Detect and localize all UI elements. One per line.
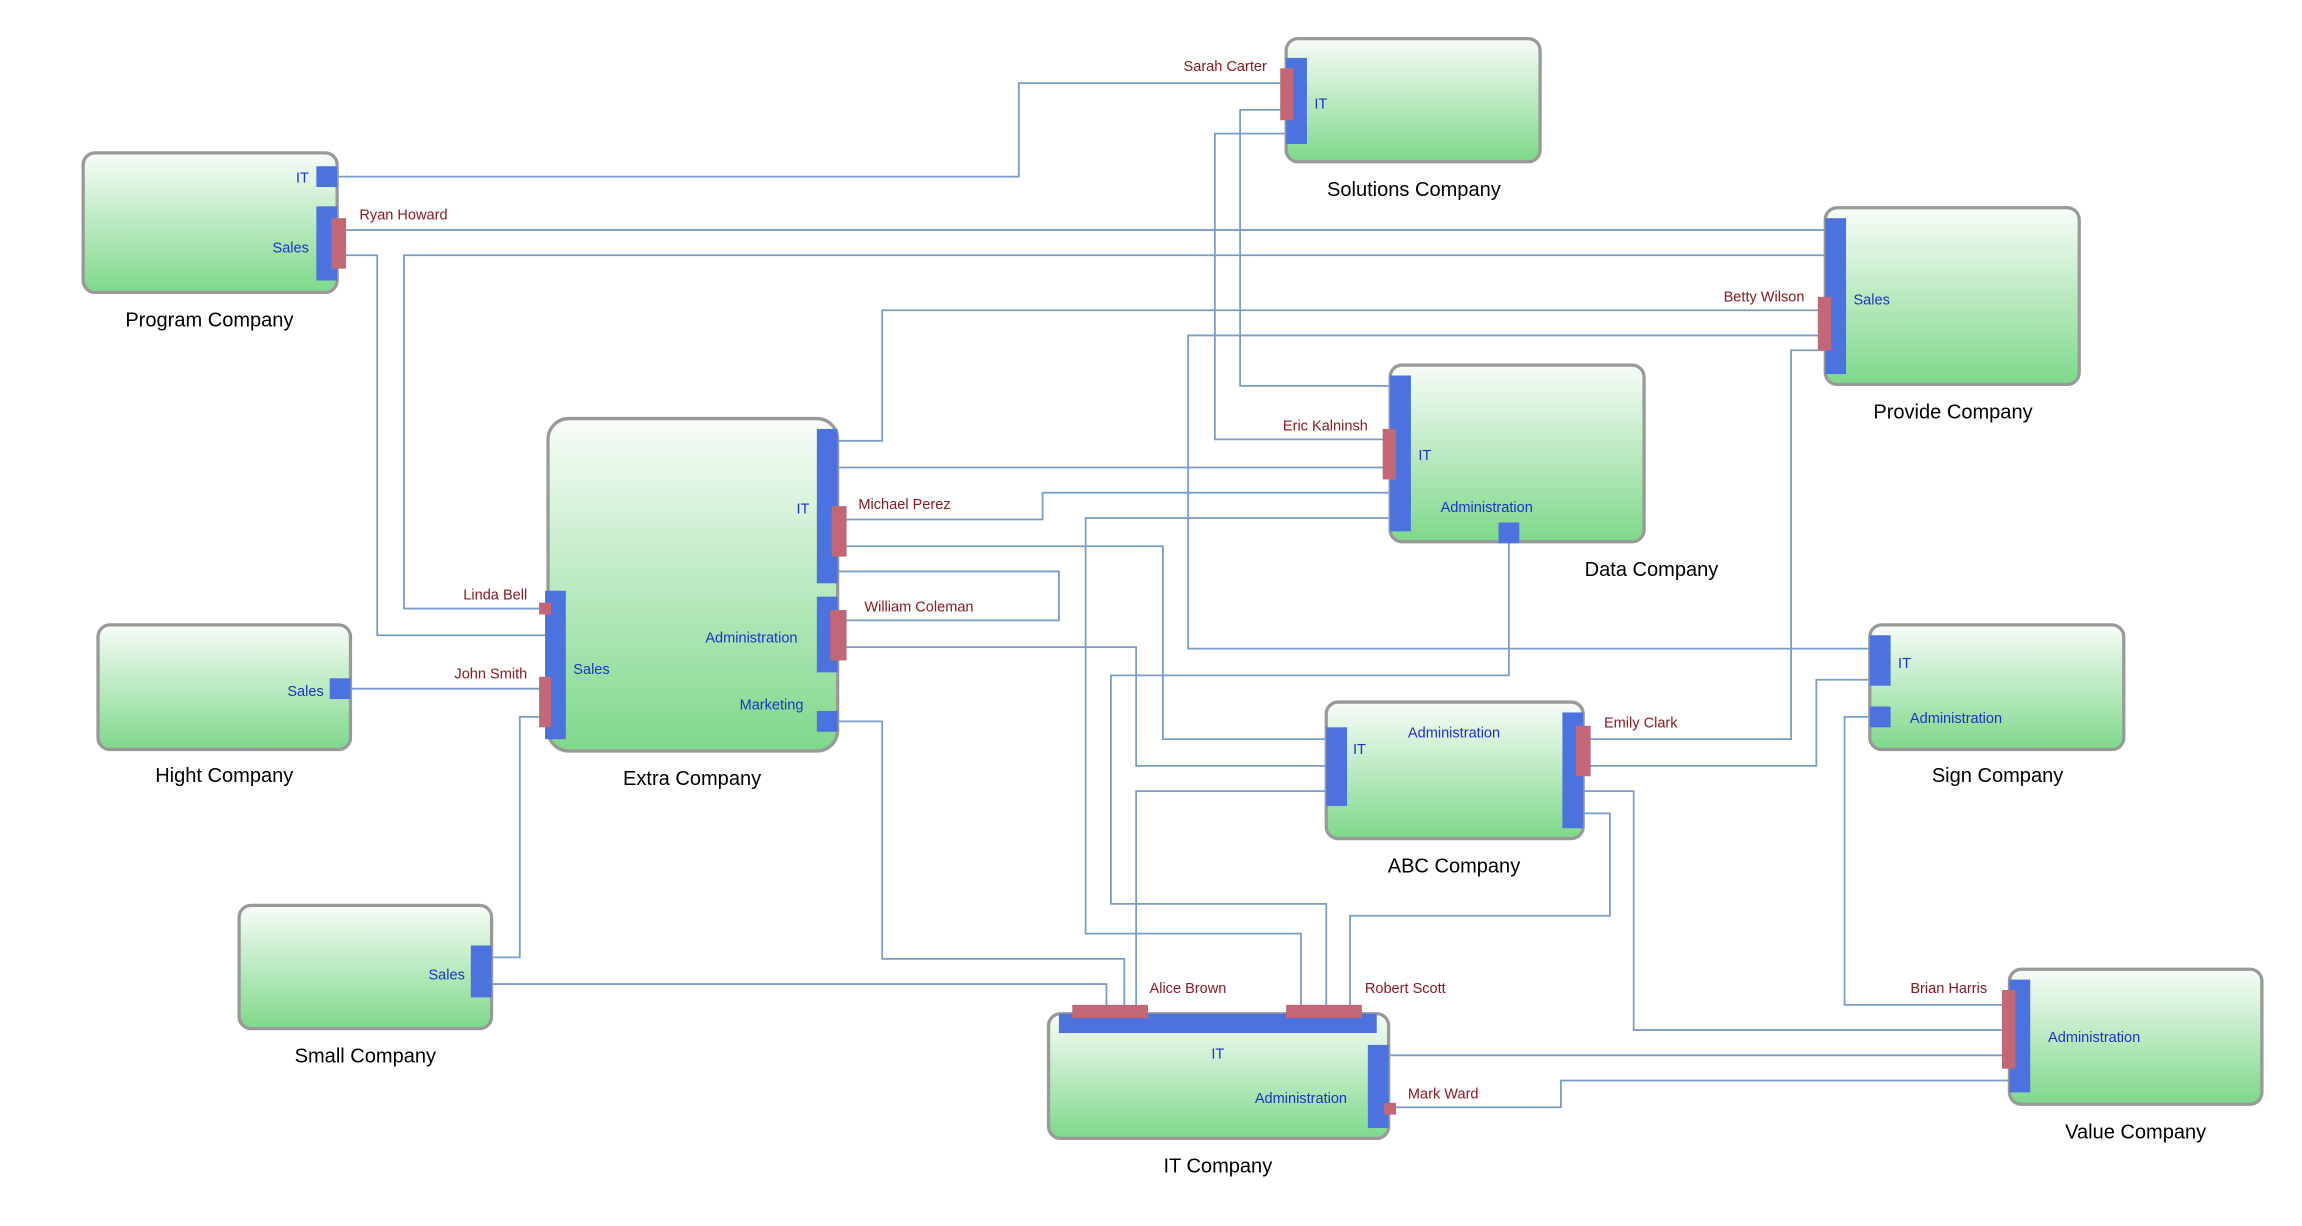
port-sales[interactable] [1825,218,1847,375]
person-port-john-smith[interactable] [539,676,551,728]
port-administration[interactable] [1869,706,1891,728]
dept-label-it: IT [1353,742,1366,758]
person-port-mark-ward[interactable] [1384,1102,1397,1115]
person-label-alice-brown: Alice Brown [1150,981,1227,997]
port-it[interactable] [316,166,338,188]
company-diagram: IT Sales Program Company Ryan Howard IT … [81,36,2264,1178]
dept-label-administration: Administration [2048,1030,2140,1046]
dept-label-sales: Sales [428,968,464,984]
connector-small-itco[interactable] [491,983,1108,1014]
person-label-linda-bell: Linda Bell [463,588,527,604]
company-small[interactable]: Sales Small Company [237,903,494,1068]
dept-label-administration: Administration [1255,1091,1347,1107]
dept-label-it: IT [1211,1046,1224,1062]
company-hight[interactable]: Sales Hight Company [96,623,353,787]
person-label-michael-perez: Michael Perez [858,497,950,513]
dept-label-administration: Administration [1408,726,1500,742]
company-name: Program Company [125,310,293,332]
person-label-betty-wilson: Betty Wilson [1724,289,1805,305]
connector-extra-abc-1[interactable] [837,545,1327,741]
person-label-mark-ward: Mark Ward [1408,1086,1479,1102]
company-name: Hight Company [155,765,293,787]
company-abc[interactable]: IT Administration ABC Company [1324,700,1591,878]
person-label-robert-scott: Robert Scott [1365,981,1446,997]
connector-program-sales-extra[interactable] [337,254,549,637]
port-it[interactable] [1869,635,1891,686]
dept-label-it: IT [296,171,309,187]
person-port-alice-brown[interactable] [1072,1004,1149,1019]
person-label-ryan-howard: Ryan Howard [359,208,447,224]
dept-label-sales: Sales [273,240,309,256]
company-value[interactable]: Administration Value Company [2001,967,2264,1143]
company-name: Value Company [2065,1121,2206,1143]
person-label-eric-kalninsh: Eric Kalninsh [1283,418,1368,434]
dept-label-it: IT [796,502,809,518]
person-port-emily-clark[interactable] [1575,725,1591,777]
person-port-william-coleman[interactable] [830,610,847,661]
connector-itco-value-mark[interactable] [1396,1079,2010,1109]
dept-label-administration: Administration [705,631,797,647]
company-name: ABC Company [1388,856,1521,878]
person-label-sarah-carter: Sarah Carter [1184,59,1267,75]
dept-label-sales: Sales [573,662,609,678]
port-it[interactable] [1326,727,1348,806]
connector-small-extra-marketing[interactable] [491,716,828,959]
person-port-ryan-howard[interactable] [331,218,347,269]
person-label-emily-clark: Emily Clark [1604,715,1678,731]
person-port-sarah-carter[interactable] [1280,68,1294,121]
person-label-william-coleman: William Coleman [864,600,973,616]
dept-label-marketing: Marketing [740,697,804,713]
dept-label-administration: Administration [1910,711,2002,727]
dept-label-it: IT [1314,96,1327,112]
person-port-brian-harris[interactable] [2001,990,2016,1069]
company-box[interactable] [1324,700,1585,841]
person-port-betty-wilson[interactable] [1817,296,1832,351]
connector-program-it-solutions[interactable] [337,82,1281,178]
person-port-linda-bell[interactable] [539,602,551,615]
company-data[interactable]: IT Administration Data Company [1382,363,1719,581]
person-port-robert-scott[interactable] [1286,1004,1362,1019]
company-solutions[interactable]: IT Solutions Company [1280,36,1542,201]
port-administration[interactable] [1367,1044,1389,1129]
dept-label-sales: Sales [1853,292,1889,308]
connector-sign-value-brian[interactable] [1843,716,2002,1006]
company-box[interactable] [1868,623,2126,752]
connector-extra-marketing-itco[interactable] [837,720,1126,1014]
port-sales[interactable] [470,945,492,998]
person-port-michael-perez[interactable] [831,506,847,557]
company-sign[interactable]: IT Administration Sign Company [1868,623,2126,787]
company-itco[interactable]: IT Administration IT Company [1046,1004,1397,1178]
company-program[interactable]: IT Sales Program Company [81,151,347,332]
company-name: IT Company [1163,1156,1272,1178]
dept-label-it: IT [1898,656,1911,672]
port-administration[interactable] [1498,522,1520,544]
person-port-eric-kalninsh[interactable] [1382,428,1397,480]
dept-label-administration: Administration [1441,500,1533,516]
company-extra[interactable]: IT Administration Sales Marketing Extra … [539,416,847,791]
port-marketing[interactable] [816,710,838,732]
company-name: Extra Company [623,768,761,790]
company-name: Data Company [1585,559,1719,581]
company-name: Small Company [295,1046,436,1068]
port-sales[interactable] [329,678,351,700]
company-name: Provide Company [1873,402,2032,424]
company-name: Sign Company [1932,765,2063,787]
company-provide[interactable]: Sales Provide Company [1817,206,2081,424]
dept-label-sales: Sales [287,684,323,700]
dept-label-it: IT [1418,448,1431,464]
company-name: Solutions Company [1327,179,1501,201]
person-label-brian-harris: Brian Harris [1910,981,1987,997]
person-label-john-smith: John Smith [454,666,527,682]
